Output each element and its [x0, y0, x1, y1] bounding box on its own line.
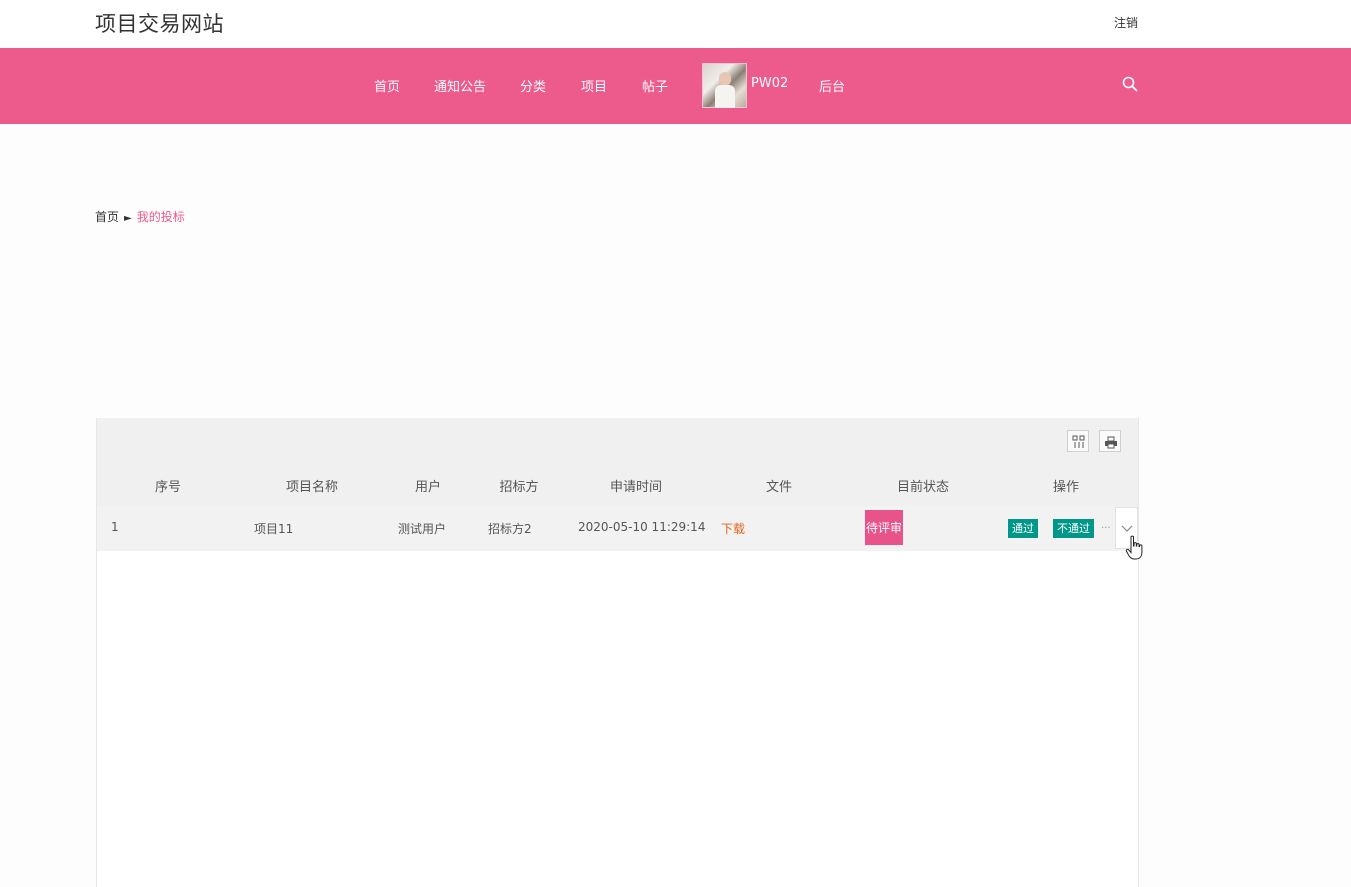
nav-item-projects[interactable]: 项目: [581, 76, 607, 95]
bids-table: 序号 项目名称 用户 招标方 申请时间 文件 目前状态 操作 1 项目11 测试…: [96, 418, 1139, 887]
column-header[interactable]: 招标方: [499, 476, 538, 495]
breadcrumb-current: 我的投标: [136, 210, 185, 224]
nav-item-categories[interactable]: 分类: [520, 76, 546, 95]
cell-user: 测试用户: [398, 522, 447, 536]
search-icon[interactable]: [1122, 76, 1138, 92]
column-header[interactable]: 文件: [766, 476, 792, 495]
chevron-down-icon: [1121, 525, 1133, 532]
cell-tenderer: 招标方2: [488, 522, 532, 536]
breadcrumb-separator: ►: [124, 213, 132, 224]
nav-item-home[interactable]: 首页: [374, 76, 400, 95]
column-header[interactable]: 项目名称: [286, 476, 338, 495]
avatar[interactable]: [702, 63, 747, 108]
cell-project-name: 项目11: [254, 522, 294, 536]
column-header[interactable]: 申请时间: [610, 476, 662, 495]
site-title: 项目交易网站: [95, 12, 224, 36]
column-header[interactable]: 操作: [1053, 476, 1079, 495]
approve-button[interactable]: 通过: [1008, 519, 1038, 538]
table-toolbar: [97, 418, 1138, 466]
nav-item-notices[interactable]: 通知公告: [434, 76, 486, 95]
more-dots: ...: [1101, 520, 1111, 531]
columns-icon[interactable]: [1067, 430, 1089, 452]
hand-cursor-icon: [1125, 535, 1143, 560]
reject-button[interactable]: 不通过: [1053, 519, 1094, 538]
print-icon[interactable]: [1099, 430, 1121, 452]
nav-username[interactable]: PW02: [751, 76, 788, 91]
breadcrumb: 首页 ► 我的投标: [95, 208, 185, 225]
nav-item-admin[interactable]: 后台: [819, 76, 845, 95]
logout-link[interactable]: 注销: [1114, 14, 1138, 31]
download-link[interactable]: 下载: [721, 520, 745, 537]
table-header: 序号 项目名称 用户 招标方 申请时间 文件 目前状态 操作: [97, 466, 1138, 506]
breadcrumb-home[interactable]: 首页: [95, 210, 119, 224]
nav-item-posts[interactable]: 帖子: [642, 76, 668, 95]
cell-apply-time: 2020-05-10 11:29:14: [578, 520, 706, 534]
status-badge: 待评审: [865, 510, 903, 545]
column-header[interactable]: 序号: [155, 476, 181, 495]
main-nav: 首页 通知公告 分类 项目 帖子 PW02 后台: [0, 48, 1351, 124]
column-header[interactable]: 用户: [415, 476, 441, 495]
table-row[interactable]: 1 项目11 测试用户 招标方2 2020-05-10 11:29:14 下载 …: [97, 506, 1138, 551]
cell-index: 1: [111, 520, 119, 534]
column-header[interactable]: 目前状态: [897, 476, 949, 495]
top-bar: 项目交易网站 注销: [0, 0, 1351, 48]
